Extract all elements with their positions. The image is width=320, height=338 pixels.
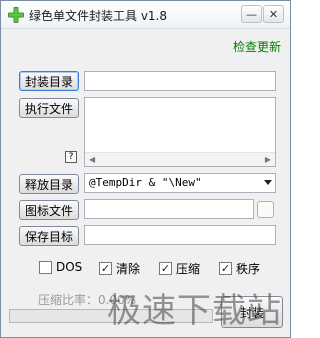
window-title: 绿色单文件封装工具 v1.8: [29, 9, 168, 23]
scroll-right-icon[interactable]: ▶: [265, 155, 271, 164]
icon-preview[interactable]: [257, 201, 274, 218]
horizontal-scrollbar[interactable]: ◀ ▶: [85, 152, 275, 166]
checkbox-dos-box[interactable]: [39, 260, 52, 274]
checkbox-clear-label: 清除: [116, 262, 141, 276]
icon-file-field[interactable]: [84, 199, 254, 219]
close-button[interactable]: ✕: [263, 5, 284, 23]
help-button[interactable]: ?: [65, 151, 77, 163]
check-update-link[interactable]: 检查更新: [233, 38, 281, 55]
save-target-button[interactable]: 保存目标: [19, 226, 79, 246]
checkbox-compress-label: 压缩: [176, 262, 201, 276]
exec-file-button[interactable]: 执行文件: [19, 98, 79, 118]
checkbox-compress[interactable]: ✓ 压缩: [159, 260, 200, 277]
release-dir-value: @TempDir & "\New": [89, 176, 202, 189]
checkbox-clear[interactable]: ✓ 清除: [99, 260, 140, 277]
progress-bar: [9, 309, 213, 323]
green-plus-icon: [8, 7, 24, 23]
minimize-button[interactable]: —: [241, 5, 262, 23]
icon-file-button[interactable]: 图标文件: [19, 200, 79, 220]
chevron-down-icon[interactable]: [264, 180, 272, 185]
save-target-field[interactable]: [84, 225, 276, 245]
checkbox-order-label: 秩序: [236, 262, 261, 276]
app-window: 绿色单文件封装工具 v1.8 — ✕ 检查更新 封装目录 执行文件 ◀ ▶ ? …: [0, 0, 291, 338]
exec-file-list[interactable]: ◀ ▶: [84, 97, 276, 167]
scroll-left-icon[interactable]: ◀: [89, 155, 95, 164]
close-icon: ✕: [268, 7, 279, 21]
pack-button[interactable]: 封装: [221, 296, 283, 328]
checkmark-icon[interactable]: ✓: [159, 262, 172, 275]
checkmark-icon[interactable]: ✓: [219, 262, 232, 275]
package-dir-field[interactable]: [84, 71, 276, 91]
compression-ratio-value: 0.00%: [98, 293, 137, 307]
compression-ratio: 压缩比率：0.00%: [38, 291, 136, 308]
checkbox-dos-label: DOS: [56, 260, 83, 274]
compression-ratio-label: 压缩比率：: [38, 293, 99, 307]
release-dir-combo[interactable]: @TempDir & "\New": [84, 173, 276, 193]
minimize-icon: —: [246, 7, 257, 21]
release-dir-button[interactable]: 释放目录: [19, 174, 79, 194]
package-dir-button[interactable]: 封装目录: [19, 71, 79, 91]
checkbox-order[interactable]: ✓ 秩序: [219, 260, 260, 277]
checkmark-icon[interactable]: ✓: [99, 262, 112, 275]
title-bar[interactable]: 绿色单文件封装工具 v1.8 — ✕: [1, 1, 290, 29]
checkbox-dos[interactable]: DOS: [39, 260, 82, 274]
